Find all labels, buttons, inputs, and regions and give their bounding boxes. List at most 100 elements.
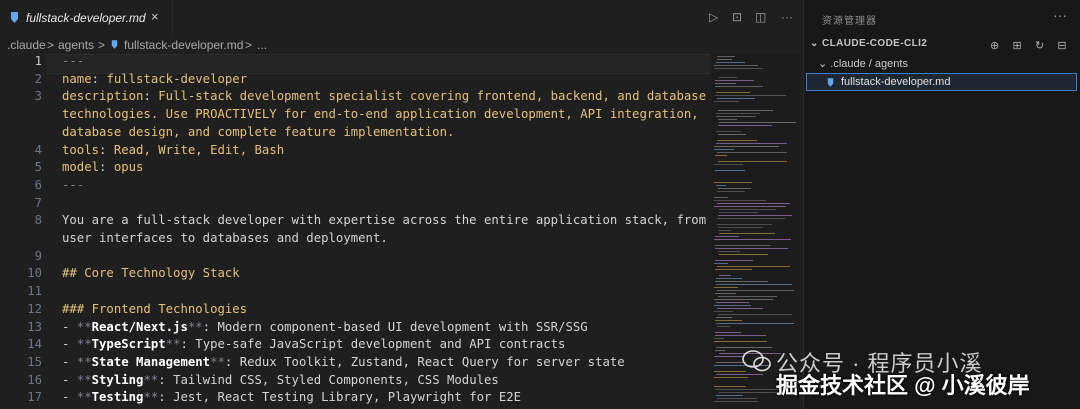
tab-fullstack-developer[interactable]: fullstack-developer.md × xyxy=(0,0,173,34)
code-line: - **React/Next.js**: Modern component-ba… xyxy=(62,320,588,334)
more-icon[interactable]: ··· xyxy=(1053,7,1067,23)
code-token: ** xyxy=(76,337,92,352)
line-number: 16 xyxy=(27,372,42,387)
minimap-line xyxy=(714,338,724,339)
code-token: : Redux Toolkit, Zustand, React Query fo… xyxy=(224,354,625,369)
code-line: model: opus xyxy=(62,160,143,174)
minimap-line xyxy=(714,149,734,150)
code-editor[interactable]: 1 --- 2 name: fullstack-developer 3 descripti… xyxy=(0,54,710,409)
code-token: - xyxy=(62,372,77,387)
minimap-line xyxy=(717,224,772,225)
code-token: : xyxy=(91,71,107,86)
minimap-line xyxy=(715,83,736,84)
minimap-line xyxy=(715,335,766,336)
minimap-line xyxy=(714,356,745,357)
code-token: name xyxy=(62,71,92,86)
code-token: - xyxy=(62,354,77,369)
code-token: --- xyxy=(62,177,85,192)
close-icon[interactable]: × xyxy=(151,9,159,24)
minimap-line xyxy=(718,230,731,231)
minimap-line xyxy=(716,185,726,186)
minimap-line xyxy=(716,116,756,117)
code-token: tools xyxy=(62,142,100,157)
minimap-line xyxy=(718,119,737,120)
code-token: State Management xyxy=(91,354,211,369)
new-file-icon[interactable]: ⊕ xyxy=(986,39,1004,52)
file-label: fullstack-developer.md xyxy=(841,76,951,88)
code-token: TypeScript xyxy=(91,337,166,352)
code-token: - xyxy=(62,319,77,334)
markdown-file-icon xyxy=(11,12,18,23)
line-number: 1 xyxy=(34,54,42,68)
minimap-line xyxy=(716,62,745,63)
minimap[interactable] xyxy=(712,54,800,409)
collapse-all-icon[interactable]: ⊟ xyxy=(1053,39,1071,52)
code-token: fullstack-developer xyxy=(106,71,248,86)
split-editor-icon[interactable]: ◫ xyxy=(755,10,766,24)
minimap-line xyxy=(714,239,791,240)
minimap-line xyxy=(714,68,763,69)
minimap-line xyxy=(717,266,790,267)
minimap-line xyxy=(714,341,767,342)
code-token: - xyxy=(62,390,77,405)
line-number: 5 xyxy=(34,160,42,175)
code-token: You are a full-stack developer with expe… xyxy=(62,213,707,228)
workspace-section[interactable]: ⌄ CLAUDE-CODE-CLI2 xyxy=(810,38,927,49)
breadcrumb-item[interactable]: ... xyxy=(257,38,267,52)
run-icon[interactable]: ▷ xyxy=(709,10,718,24)
minimap-line xyxy=(714,311,733,312)
minimap-line xyxy=(715,350,725,351)
minimap-line xyxy=(717,203,790,204)
tab-bar: fullstack-developer.md × ▷ ⊡ ◫ ··· xyxy=(0,0,803,34)
code-line: - **State Management**: Redux Toolkit, Z… xyxy=(62,355,625,369)
refresh-icon[interactable]: ↻ xyxy=(1031,39,1049,52)
breadcrumb-item[interactable]: agents xyxy=(58,38,94,52)
minimap-line xyxy=(716,317,732,318)
minimap-line xyxy=(714,371,746,372)
file-item-fullstack-developer[interactable]: fullstack-developer.md xyxy=(806,73,1077,91)
minimap-line xyxy=(717,326,730,327)
minimap-line xyxy=(715,80,754,81)
minimap-line xyxy=(714,206,786,207)
more-actions-icon[interactable]: ··· xyxy=(781,10,793,24)
code-line: ### Frontend Technologies xyxy=(62,302,247,316)
code-token: database design, and complete feature im… xyxy=(62,124,455,139)
code-token: user interfaces to databases and deploym… xyxy=(62,231,388,245)
line-number: 14 xyxy=(27,337,42,352)
new-folder-icon[interactable]: ⊞ xyxy=(1008,39,1026,52)
minimap-line xyxy=(714,200,766,201)
minimap-line xyxy=(714,101,739,102)
code-token: --- xyxy=(62,54,85,68)
code-line: --- xyxy=(62,178,84,192)
breadcrumb-item[interactable]: fullstack-developer.md xyxy=(124,38,243,52)
line-number: 9 xyxy=(34,248,42,263)
minimap-line xyxy=(719,209,776,210)
chevron-right-icon: > xyxy=(245,38,253,52)
line-number: 7 xyxy=(34,195,42,210)
code-token: Read, Write, Edit, Bash xyxy=(113,142,285,157)
minimap-line xyxy=(714,164,743,165)
code-line: database design, and complete feature im… xyxy=(62,125,454,139)
code-token: Testing xyxy=(91,390,144,405)
open-preview-icon[interactable]: ⊡ xyxy=(732,10,742,24)
minimap-line xyxy=(718,215,792,216)
minimap-line xyxy=(716,131,741,132)
code-token: : xyxy=(99,142,114,157)
minimap-line xyxy=(717,152,787,153)
minimap-line xyxy=(715,320,742,321)
breadcrumb-item[interactable]: .claude xyxy=(7,38,46,52)
minimap-line xyxy=(717,290,794,291)
code-token: opus xyxy=(113,160,144,175)
folder-item[interactable]: ⌄ .claude / agents xyxy=(818,57,908,70)
minimap-line xyxy=(716,395,743,396)
code-line: - **Styling**: Tailwind CSS, Styled Comp… xyxy=(62,373,499,387)
line-number: 15 xyxy=(27,354,42,369)
line-number: 12 xyxy=(27,301,42,316)
minimap-line xyxy=(714,305,751,306)
code-token: ** xyxy=(165,337,181,352)
minimap-line xyxy=(718,251,740,252)
minimap-line xyxy=(718,161,787,162)
minimap-line xyxy=(715,95,786,96)
minimap-line xyxy=(715,86,763,87)
minimap-line xyxy=(718,125,772,126)
